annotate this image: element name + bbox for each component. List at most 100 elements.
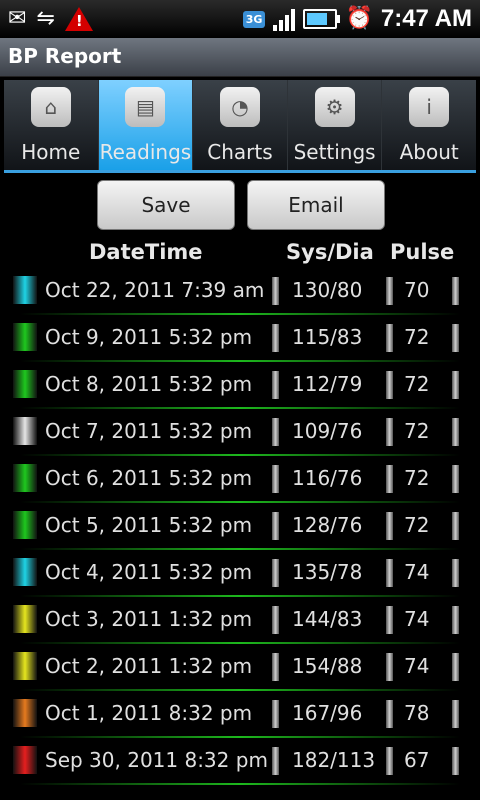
reading-pulse: 72 (404, 419, 430, 443)
reading-row[interactable]: Oct 6, 2011 5:32 pm 116/76 72 (0, 456, 480, 503)
warning-icon: ! (64, 7, 93, 31)
tab-charts[interactable]: ◔ Charts (193, 80, 288, 170)
tab-readings[interactable]: ▤ Readings (98, 80, 194, 170)
reading-row[interactable]: Sep 30, 2011 8:32 pm 182/113 67 (0, 738, 480, 785)
category-color-marker (13, 699, 37, 727)
status-bar: ✉ ⇋ ! 3G ⏰ 7:47 AM (0, 0, 480, 38)
notification-icons: ✉ ⇋ ! (8, 4, 93, 34)
reading-pulse: 74 (404, 654, 430, 678)
tab-about[interactable]: i About (382, 80, 476, 170)
column-separator (386, 653, 393, 681)
reading-sysdia: 115/83 (292, 325, 363, 349)
category-color-marker (13, 323, 37, 351)
category-color-marker (13, 511, 37, 539)
column-separator (452, 277, 459, 305)
column-separator (386, 512, 393, 540)
column-separator (452, 371, 459, 399)
column-separator (272, 465, 279, 493)
pie-chart-icon: ◔ (219, 87, 260, 127)
reading-row[interactable]: Oct 2, 2011 1:32 pm 154/88 74 (0, 644, 480, 691)
save-button[interactable]: Save (97, 180, 235, 230)
reading-datetime: Oct 3, 2011 1:32 pm (45, 607, 253, 631)
reading-sysdia: 128/76 (292, 513, 363, 537)
reading-sysdia: 144/83 (292, 607, 363, 631)
column-separator (452, 512, 459, 540)
reading-pulse: 72 (404, 372, 430, 396)
usb-icon: ⇋ (36, 6, 55, 31)
column-separator (272, 700, 279, 728)
document-icon: ▤ (125, 87, 166, 127)
reading-pulse: 78 (404, 701, 430, 725)
category-color-marker (13, 746, 37, 774)
reading-pulse: 72 (404, 513, 430, 537)
column-separator (452, 324, 459, 352)
reading-row[interactable]: Oct 3, 2011 1:32 pm 144/83 74 (0, 597, 480, 644)
column-header-pulse: Pulse (390, 240, 455, 264)
tab-label: Readings (99, 140, 192, 164)
reading-row[interactable]: Oct 1, 2011 8:32 pm 167/96 78 (0, 691, 480, 738)
status-time: 7:47 AM (380, 5, 472, 32)
reading-datetime: Oct 22, 2011 7:39 am (45, 278, 265, 302)
reading-datetime: Oct 2, 2011 1:32 pm (45, 654, 253, 678)
reading-row[interactable]: Oct 9, 2011 5:32 pm 115/83 72 (0, 315, 480, 362)
reading-row[interactable]: Oct 22, 2011 7:39 am 130/80 70 (0, 268, 480, 315)
reading-datetime: Oct 9, 2011 5:32 pm (45, 325, 253, 349)
column-separator (272, 653, 279, 681)
reading-row[interactable]: Oct 8, 2011 5:32 pm 112/79 72 (0, 362, 480, 409)
reading-sysdia: 112/79 (292, 372, 363, 396)
reading-pulse: 72 (404, 466, 430, 490)
tab-home[interactable]: ⌂ Home (4, 80, 99, 170)
column-separator (386, 606, 393, 634)
column-separator (272, 371, 279, 399)
reading-row[interactable]: Oct 7, 2011 5:32 pm 109/76 72 (0, 409, 480, 456)
reading-datetime: Oct 7, 2011 5:32 pm (45, 419, 253, 443)
category-color-marker (13, 370, 37, 398)
column-separator (386, 559, 393, 587)
reading-pulse: 74 (404, 560, 430, 584)
category-color-marker (13, 464, 37, 492)
tab-indicator-line (4, 170, 476, 173)
gear-icon: ⚙ (314, 87, 355, 127)
category-color-marker (13, 652, 37, 680)
column-separator (386, 324, 393, 352)
column-separator (272, 512, 279, 540)
tab-label: About (399, 140, 459, 164)
email-notification-icon: ✉ (8, 6, 27, 31)
alarm-clock-icon: ⏰ (345, 6, 373, 31)
column-separator (386, 700, 393, 728)
readings-list: Oct 22, 2011 7:39 am 130/80 70 Oct 9, 2011 … (0, 268, 480, 785)
column-separator (386, 465, 393, 493)
column-separator (272, 418, 279, 446)
app-title: BP Report (8, 44, 122, 68)
tab-settings[interactable]: ⚙ Settings (287, 80, 383, 170)
column-separator (386, 277, 393, 305)
reading-datetime: Oct 8, 2011 5:32 pm (45, 372, 253, 396)
reading-sysdia: 116/76 (292, 466, 363, 490)
column-separator (272, 559, 279, 587)
tab-bar: ⌂ Home ▤ Readings ◔ Charts ⚙ Settings i … (4, 80, 476, 170)
network-type-badge: 3G (242, 10, 266, 28)
column-separator (272, 606, 279, 634)
column-separator (452, 606, 459, 634)
reading-row[interactable]: Oct 5, 2011 5:32 pm 128/76 72 (0, 503, 480, 550)
reading-datetime: Oct 5, 2011 5:32 pm (45, 513, 253, 537)
row-divider (20, 783, 460, 785)
column-separator (452, 700, 459, 728)
reading-row[interactable]: Oct 4, 2011 5:32 pm 135/78 74 (0, 550, 480, 597)
tab-label: Home (21, 140, 81, 164)
reading-datetime: Oct 1, 2011 8:32 pm (45, 701, 253, 725)
reading-sysdia: 109/76 (292, 419, 363, 443)
column-header-datetime: DateTime (89, 240, 203, 264)
reading-datetime: Sep 30, 2011 8:32 pm (45, 748, 268, 772)
reading-pulse: 74 (404, 607, 430, 631)
column-separator (272, 747, 279, 775)
info-icon: i (409, 87, 450, 127)
reading-sysdia: 154/88 (292, 654, 363, 678)
reading-datetime: Oct 4, 2011 5:32 pm (45, 560, 253, 584)
column-separator (452, 747, 459, 775)
reading-sysdia: 167/96 (292, 701, 363, 725)
battery-icon (303, 9, 341, 29)
email-button[interactable]: Email (247, 180, 385, 230)
tab-label: Charts (207, 140, 273, 164)
reading-pulse: 72 (404, 325, 430, 349)
